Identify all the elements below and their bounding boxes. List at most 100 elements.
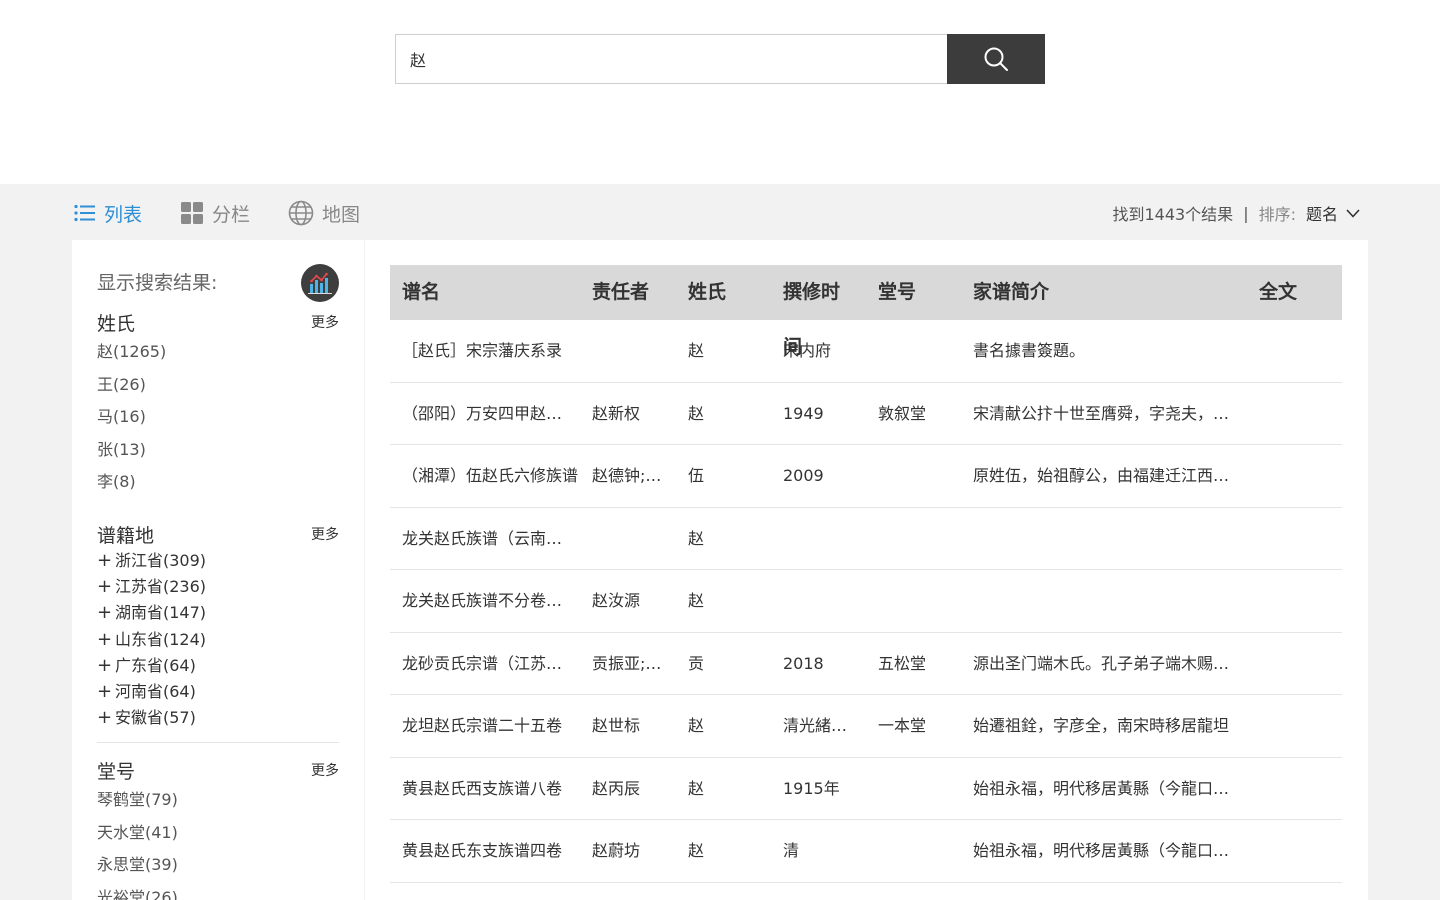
cell-author: 赵丙辰 <box>592 778 641 798</box>
table-row[interactable]: （邵阳）万安四甲赵氏族谱赵新权 赵 1949 敦叙堂 宋清献公抃十世至膺舜，字尧夫，由江… <box>390 383 1342 445</box>
cell-author: 赵世标 <box>592 716 641 735</box>
cell-title[interactable]: 龙坦赵氏宗谱二十五卷 <box>402 695 578 757</box>
cell-surname: 赵 <box>688 528 705 548</box>
facet-surname-item[interactable]: 张(13) <box>97 434 339 467</box>
sort-dropdown[interactable]: 题名 <box>1306 201 1360 225</box>
cell-hall: 五松堂 <box>878 653 927 673</box>
statistics-button[interactable] <box>301 264 339 302</box>
cell-title[interactable]: （邵阳）万安四甲赵氏族谱 <box>402 383 578 445</box>
cell-title[interactable]: ［赵氏］宋宗藩庆系录 <box>402 320 578 382</box>
cell-surname: 赵 <box>688 341 705 360</box>
list-icon <box>74 204 95 222</box>
chevron-down-icon <box>1346 208 1360 218</box>
cell-fulltext <box>1259 695 1329 757</box>
facet-origin-title: 谱籍地 <box>97 524 155 547</box>
facet-surname-more[interactable]: 更多 <box>311 312 339 332</box>
table-row[interactable]: 黄县赵氏东支族谱四卷 赵蔚坊 赵 清 始祖永福，明代移居黃縣（今龍口市） <box>390 820 1342 883</box>
cell-summary <box>973 508 1238 570</box>
cell-title[interactable]: 龙砂贡氏宗谱（江苏江阴） <box>402 633 578 695</box>
search-input[interactable] <box>395 34 948 84</box>
facet-origin-item[interactable]: + 安徽省(57) <box>97 705 339 731</box>
tab-map-label: 地图 <box>322 203 361 226</box>
facet-surname-item[interactable]: 李(8) <box>97 466 339 499</box>
bar-chart-icon <box>308 272 332 294</box>
search-button[interactable] <box>947 34 1045 84</box>
cell-date: 清光緒三十年 <box>783 716 855 735</box>
header-author: 责任者 <box>592 281 650 303</box>
table-row[interactable]: （湘潭）伍赵氏六修族谱赵德钟;赵德伍 2009 原姓伍，始祖醇公，由福建迁江西，再迁… <box>390 445 1342 508</box>
tab-map-view[interactable]: 地图 <box>288 200 360 227</box>
table-row[interactable]: 龙关赵氏族谱（云南龙关） 赵 <box>390 508 1342 570</box>
facet-origin-item[interactable]: + 河南省(64) <box>97 679 339 705</box>
sidebar-title: 显示搜索结果: <box>97 272 218 294</box>
cell-summary: 書名據書簽題。 <box>973 341 1086 360</box>
facet-surname-title: 姓氏 <box>97 312 136 335</box>
facet-origin-item[interactable]: + 山东省(124) <box>97 627 339 653</box>
table-row[interactable]: 黄县赵氏西支族谱八卷 赵丙辰 赵 1915年 始祖永福，明代移居黃縣（今龍口市） <box>390 758 1342 820</box>
expand-icon: + <box>97 576 113 598</box>
header-surname: 姓氏 <box>688 281 727 303</box>
header-title: 谱名 <box>402 281 441 303</box>
tab-list-view[interactable]: 列表 <box>74 200 142 227</box>
cell-title[interactable]: 黄县赵氏东支族谱四卷 <box>402 820 578 882</box>
cell-fulltext <box>1259 383 1329 445</box>
cell-surname: 赵 <box>688 716 705 735</box>
cell-surname: 贡 <box>688 653 705 673</box>
expand-icon: + <box>97 654 113 676</box>
cell-surname: 赵 <box>688 403 705 423</box>
results-table: 谱名 责任者 姓氏 撰修时间 堂号 家谱简介 全文 ［赵氏］宋宗藩庆系录赵宋内府… <box>365 240 1368 900</box>
cell-author <box>592 320 670 382</box>
expand-icon: + <box>97 550 113 571</box>
cell-title[interactable]: 黄县赵氏西支族谱八卷 <box>402 758 578 820</box>
search-icon <box>984 47 1008 71</box>
facet-hall-item[interactable]: 琴鹤堂(79) <box>97 784 339 817</box>
facet-hall-item[interactable]: 光裕堂(26) <box>97 882 339 900</box>
cell-hall <box>878 508 958 570</box>
sort-value: 题名 <box>1305 205 1338 224</box>
facet-origin-item[interactable]: + 浙江省(309) <box>97 548 339 574</box>
table-row[interactable]: 龙关赵氏族谱不分卷（云南） 赵汝源 赵 <box>390 570 1342 633</box>
facet-hall-item[interactable]: 天水堂(41) <box>97 817 339 850</box>
table-row[interactable]: 龙砂贡氏宗谱（江苏江阴） 贡振亚;贡新贡 2018 五松堂 源出圣门端木氏。孔子弟子端木… <box>390 633 1342 695</box>
header-date: 撰修时间 <box>783 281 841 358</box>
cell-hall <box>878 320 958 382</box>
cell-author: 赵德钟;赵德 <box>592 466 670 485</box>
facet-origin-more[interactable]: 更多 <box>311 524 339 544</box>
cell-title[interactable]: 龙关赵氏族谱（云南龙关） <box>402 508 578 570</box>
cell-surname: 伍 <box>688 466 705 485</box>
header-fulltext: 全文 <box>1259 281 1298 303</box>
facet-hall-more[interactable]: 更多 <box>311 760 339 780</box>
expand-icon: + <box>97 602 113 624</box>
facet-surname-item[interactable]: 赵(1265) <box>97 336 339 369</box>
cell-fulltext <box>1259 820 1329 882</box>
cell-title[interactable]: 龙关赵氏族谱不分卷（云南） <box>402 570 578 632</box>
view-switcher: 列表 分栏 地图 <box>74 198 398 228</box>
cell-title[interactable]: （湘潭）伍赵氏六修族谱 <box>402 445 578 507</box>
cell-surname: 赵 <box>688 591 705 610</box>
cell-summary: 源出圣门端木氏。孔子弟子端木赐，字子贡 <box>973 653 1238 673</box>
tab-columns-view[interactable]: 分栏 <box>180 200 250 227</box>
cell-summary: 宋清献公抃十世至膺舜，字尧夫，由江西迁居湖南 <box>973 403 1238 423</box>
facet-surname-item[interactable]: 王(26) <box>97 369 339 402</box>
cell-author: 赵新权 <box>592 403 641 423</box>
table-row[interactable]: ［赵氏］宋宗藩庆系录 赵 宋内府 書名據書簽題。 <box>390 320 1342 383</box>
facet-origin: 谱籍地 更多 + 浙江省(309) + 江苏省(236) + 湖南省(147) + 山东… <box>97 520 339 731</box>
cell-date: 1915年 <box>783 778 840 798</box>
facet-surname-item[interactable]: 马(16) <box>97 401 339 434</box>
cell-fulltext <box>1259 320 1329 382</box>
cell-date: 清 <box>783 841 800 860</box>
cell-fulltext <box>1259 445 1329 507</box>
cell-fulltext <box>1259 570 1329 632</box>
facet-origin-item[interactable]: + 湖南省(147) <box>97 600 339 626</box>
facet-divider <box>97 742 339 743</box>
cell-hall <box>878 820 958 882</box>
cell-author: 贡振亚;贡新 <box>592 653 670 673</box>
table-row[interactable]: 龙坦赵氏宗谱二十五卷赵世标 赵 清光緒三十年 一本堂 始遷祖銓，字彦全，南宋時移居龍坦 <box>390 695 1342 758</box>
cell-date: 宋内府 <box>783 341 832 360</box>
cell-author: 赵汝源 <box>592 591 641 610</box>
cell-fulltext <box>1259 508 1329 570</box>
facet-origin-item[interactable]: + 江苏省(236) <box>97 574 339 600</box>
facet-hall-item[interactable]: 永思堂(39) <box>97 849 339 882</box>
globe-icon <box>288 200 314 226</box>
facet-origin-item[interactable]: + 广东省(64) <box>97 653 339 679</box>
